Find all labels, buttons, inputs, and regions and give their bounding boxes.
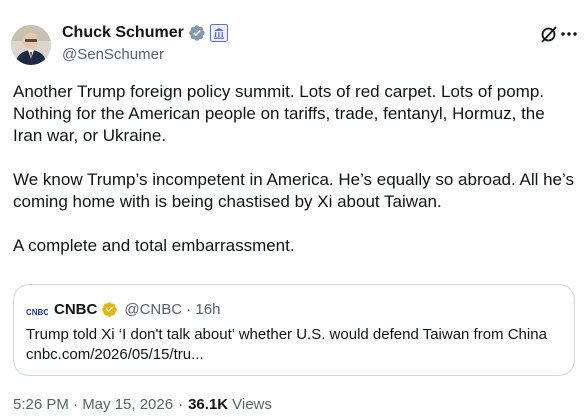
quote-header: CNBC CNBC @CNBC · 16h — [26, 300, 220, 318]
verified-badge-icon[interactable] — [188, 24, 206, 42]
footer-separator: · — [178, 396, 184, 413]
avatar[interactable] — [11, 25, 51, 65]
quote-link[interactable]: cnbc.com/2026/05/15/tru... — [26, 345, 571, 365]
post-paragraph-1: Another Trump foreign policy summit. Lot… — [13, 82, 545, 145]
quote-author-name[interactable]: CNBC — [54, 301, 97, 318]
views-count[interactable]: 36.1K — [188, 396, 228, 413]
quote-handle-time[interactable]: @CNBC · 16h — [124, 301, 220, 318]
government-badge-icon[interactable] — [209, 24, 228, 42]
quote-text: Trump told Xi ‘I don't talk about’ wheth… — [26, 325, 571, 365]
post-timestamp[interactable]: 5:26 PM · May 15, 2026 — [13, 396, 173, 413]
post-header: Chuck Schumer @SenSchumer — [11, 18, 577, 68]
post-footer: 5:26 PM · May 15, 2026 · 36.1K Views — [13, 396, 272, 413]
author-handle[interactable]: @SenSchumer — [62, 46, 228, 63]
post-paragraph-2: We know Trump’s incompetent in America. … — [13, 170, 574, 211]
post-paragraph-3: A complete and total embarrassment. — [13, 236, 295, 255]
quoted-post-card[interactable]: CNBC CNBC @CNBC · 16h Trump told Xi ‘I d… — [13, 284, 575, 376]
quote-headline: Trump told Xi ‘I don't talk about’ wheth… — [26, 326, 547, 343]
gold-verified-badge-icon[interactable] — [101, 301, 118, 318]
author-names: Chuck Schumer @SenSchumer — [62, 23, 228, 63]
svg-text:CNBC: CNBC — [26, 308, 48, 317]
cnbc-logo-icon: CNBC — [26, 304, 49, 317]
grok-icon[interactable] — [539, 24, 559, 44]
author-display-name[interactable]: Chuck Schumer — [62, 24, 184, 42]
views-label: Views — [232, 396, 272, 413]
more-menu-icon[interactable] — [559, 24, 579, 44]
post-text: Another Trump foreign policy summit. Lot… — [13, 81, 575, 257]
